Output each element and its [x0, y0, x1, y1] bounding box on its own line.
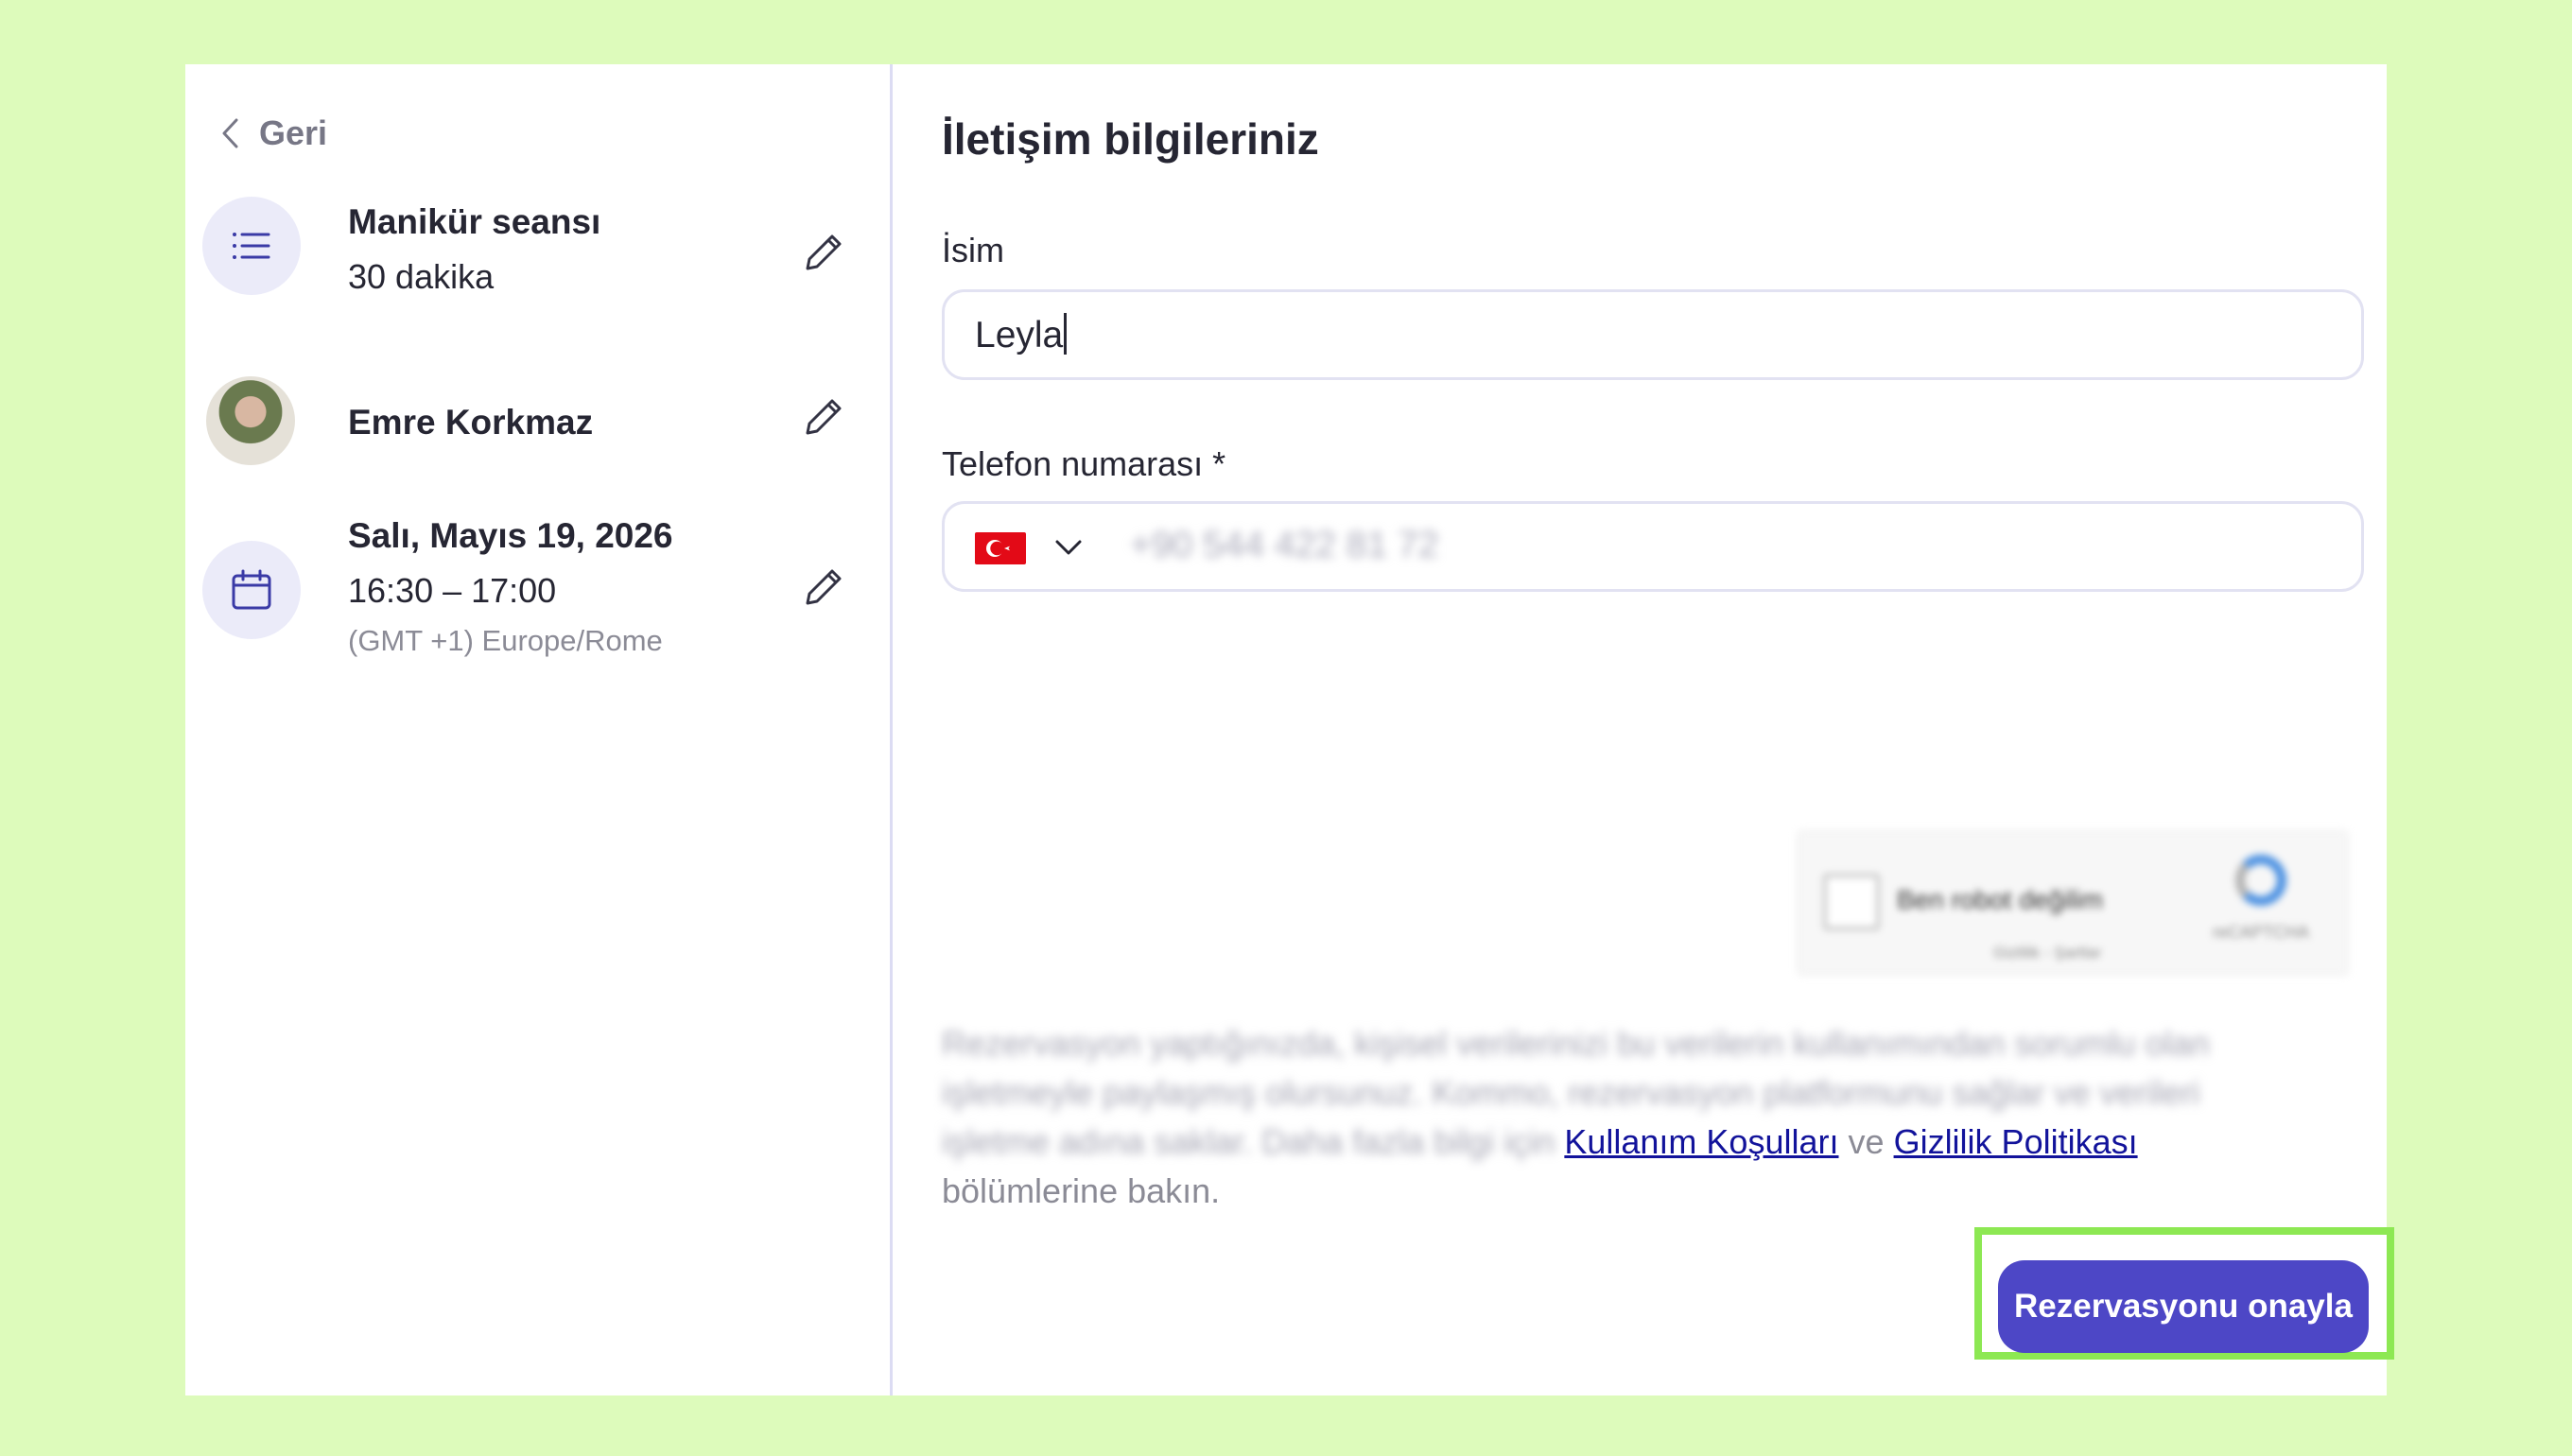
service-title: Manikür seansı [348, 202, 601, 241]
edit-service-button[interactable] [800, 229, 847, 276]
recaptcha-terms: Gizlilik - Şartlar [1993, 944, 2102, 962]
edit-appointment-button[interactable] [800, 563, 847, 611]
appointment-summary: Salı, Mayıs 19, 2026 16:30 – 17:00 (GMT … [202, 512, 864, 664]
list-icon [202, 197, 301, 295]
name-label: İsim [942, 231, 1004, 269]
appointment-time: 16:30 – 17:00 [348, 571, 557, 610]
privacy-disclaimer: Rezervasyon yaptığınızda, kişisel verile… [942, 1019, 2294, 1216]
edit-staff-button[interactable] [800, 393, 847, 441]
appointment-date: Salı, Mayıs 19, 2026 [348, 516, 673, 555]
recaptcha-logo-icon [2235, 855, 2286, 906]
service-summary: Manikür seansı 30 dakika [202, 197, 864, 301]
turkey-flag-icon [975, 532, 1026, 564]
privacy-link[interactable]: Gizlilik Politikası [1894, 1122, 2138, 1161]
disclaimer-suffix: bölümlerine bakın. [942, 1171, 1221, 1210]
chevron-left-icon [222, 118, 238, 148]
phone-label: Telefon numarası * [942, 444, 1226, 483]
pencil-icon [806, 399, 842, 435]
recaptcha-checkbox[interactable] [1823, 874, 1880, 930]
back-label: Geri [259, 113, 328, 152]
phone-field: +90 544 422 81 72 [942, 501, 2364, 592]
booking-summary-panel: Geri Manikür seansı 30 dakika Emre Korkm… [185, 64, 893, 1395]
recaptcha-widget: Ben robot değilim reCAPTCHA Gizlilik - Ş… [1797, 830, 2349, 976]
recaptcha-label: Ben robot değilim [1897, 885, 2103, 914]
back-button[interactable]: Geri [219, 113, 327, 153]
calendar-icon [202, 541, 301, 639]
service-duration: 30 dakika [348, 257, 495, 296]
contact-form: İletişim bilgileriniz İsim Leyla Telefon… [942, 64, 2370, 1395]
recaptcha-brand: reCAPTCHA [2213, 923, 2310, 942]
text-caret [1064, 313, 1068, 355]
pencil-icon [806, 234, 842, 270]
staff-name: Emre Korkmaz [348, 403, 594, 442]
disclaimer-connector: ve [1848, 1122, 1885, 1161]
phone-input[interactable]: +90 544 422 81 72 [1130, 525, 1438, 566]
name-input[interactable]: Leyla [942, 289, 2364, 380]
country-select[interactable] [964, 513, 1096, 580]
avatar [206, 376, 295, 465]
confirm-booking-button[interactable]: Rezervasyonu onayla [1998, 1260, 2369, 1353]
staff-summary: Emre Korkmaz [202, 376, 864, 475]
name-value: Leyla [975, 315, 1064, 355]
booking-card: Geri Manikür seansı 30 dakika Emre Korkm… [185, 64, 2387, 1395]
appointment-timezone: (GMT +1) Europe/Rome [348, 624, 663, 657]
form-heading: İletişim bilgileriniz [942, 114, 1319, 164]
terms-link[interactable]: Kullanım Koşulları [1564, 1122, 1838, 1161]
pencil-icon [806, 569, 842, 605]
chevron-down-icon [1055, 540, 1082, 555]
